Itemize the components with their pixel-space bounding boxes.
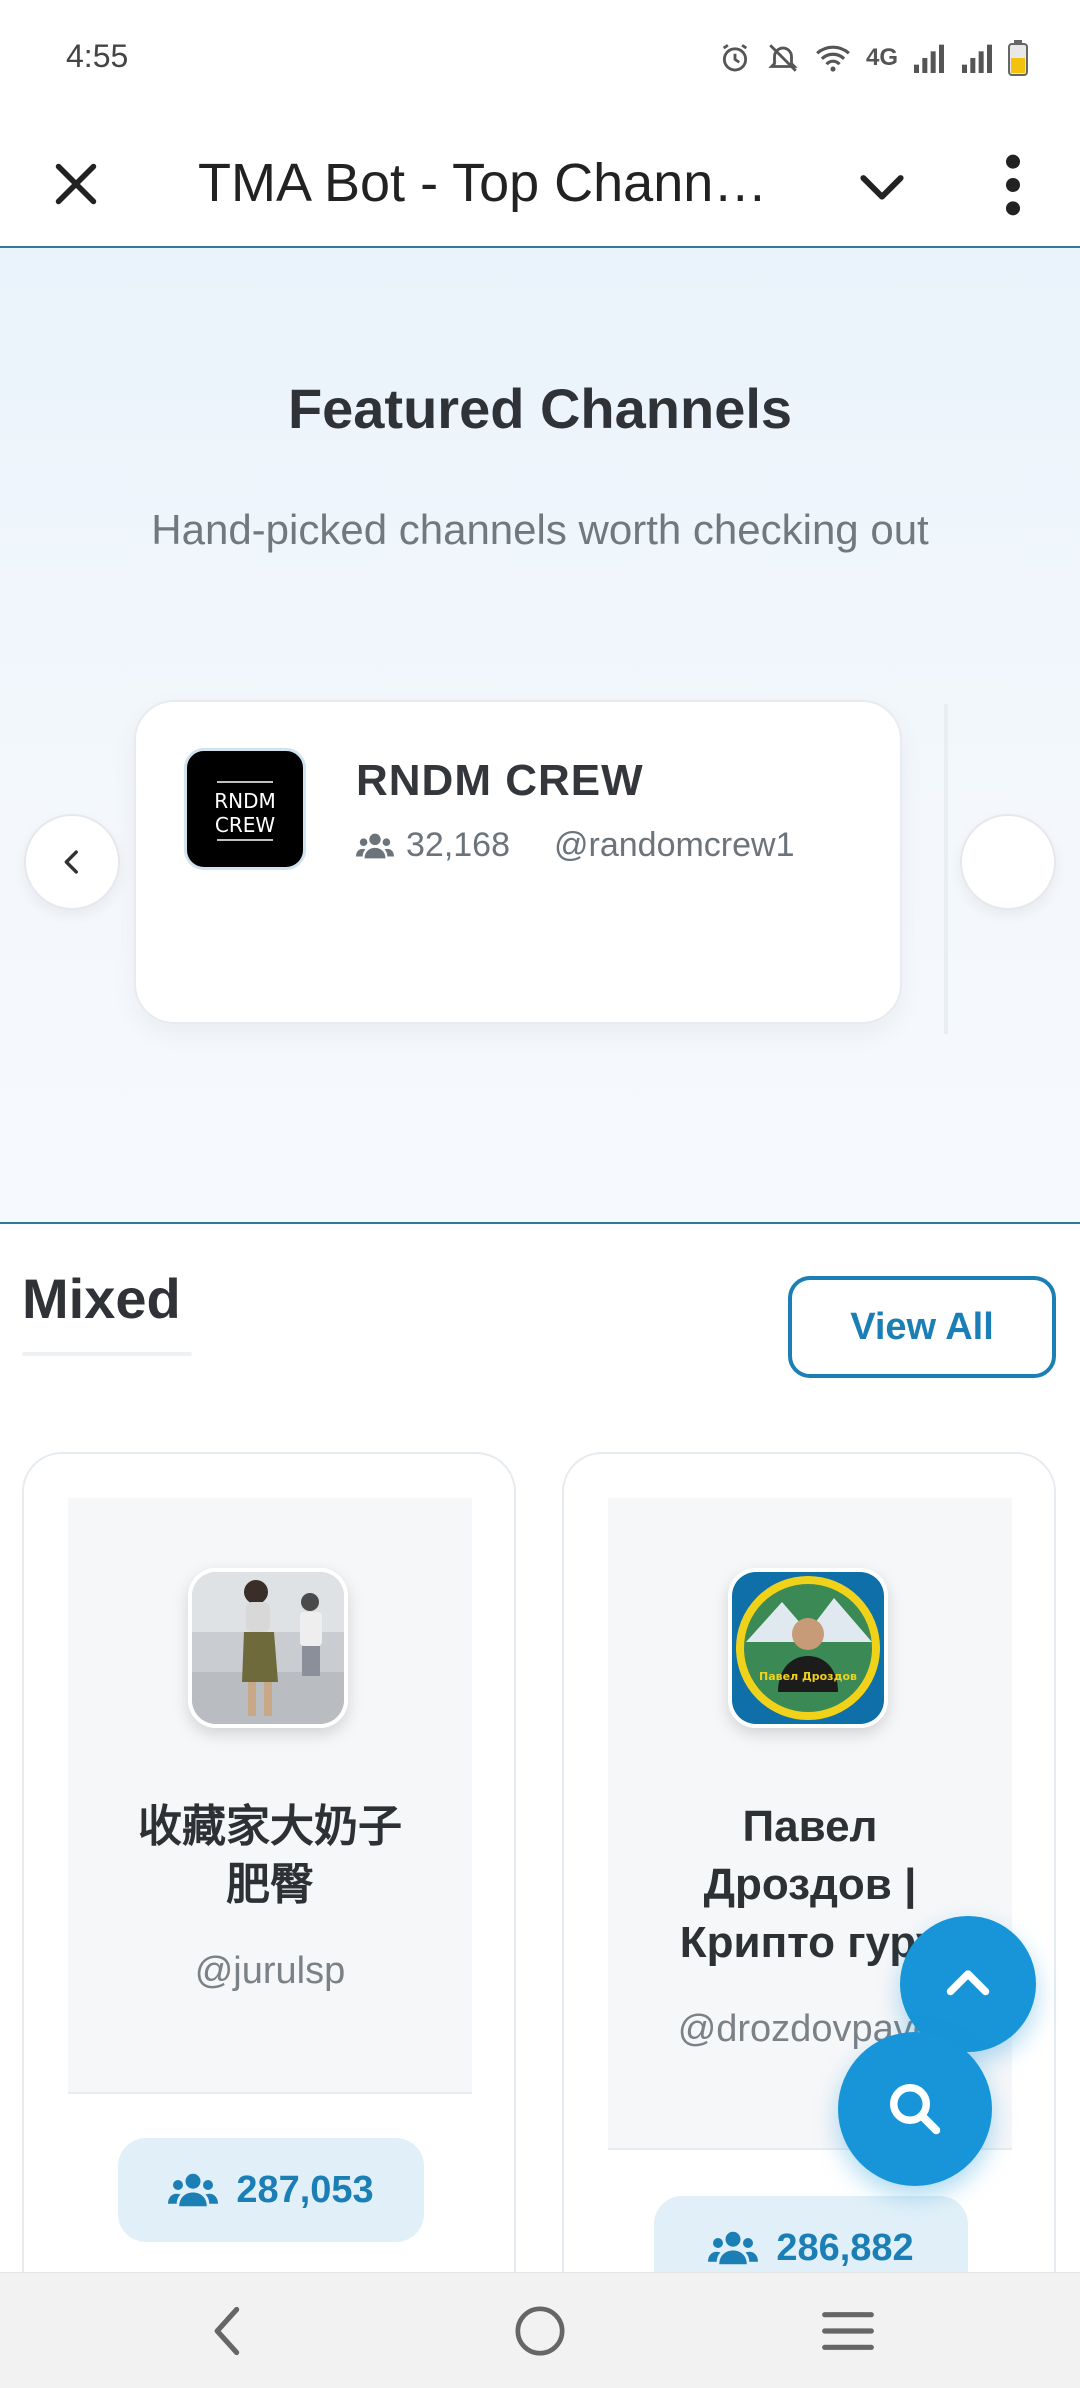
channel-meta: 32,168 @randomcrew1 [356, 826, 795, 865]
nav-home-button[interactable] [504, 2295, 576, 2367]
menu-icon [822, 2312, 874, 2350]
app-bar: TMA Bot - Top Chann… [0, 118, 1080, 248]
search-button[interactable] [838, 2032, 992, 2186]
page-title: TMA Bot - Top Chann… [198, 153, 768, 213]
users-icon [168, 2173, 219, 2207]
system-nav-bar [0, 2272, 1080, 2388]
wifi-icon [816, 45, 850, 72]
status-bar: 4:55 4G [0, 0, 1080, 118]
subscriber-count: 32,168 [406, 826, 510, 864]
channel-logo: RNDM CREW [184, 748, 306, 870]
rndm-crew-logo: RNDM CREW [214, 781, 276, 841]
channel-handle: @jurulsp [194, 1950, 346, 1992]
section-title: Mixed [22, 1267, 181, 1330]
channel-name-line: Дроздов | [703, 1860, 917, 1909]
channel-handle: @randomcrew1 [554, 826, 795, 864]
logo-line1: RNDM [214, 789, 276, 813]
network-type: 4G [865, 44, 898, 71]
chevron-left-icon [64, 850, 78, 874]
channel-name: RNDM CREW [356, 756, 644, 805]
chevron-up-icon [946, 1970, 990, 1996]
users-icon [708, 2231, 759, 2265]
more-vert-icon[interactable] [985, 150, 1041, 220]
users-icon [356, 833, 394, 858]
featured-section: Featured Channels Hand-picked channels w… [0, 248, 1080, 1224]
featured-title: Featured Channels [287, 377, 793, 440]
nav-recents-button[interactable] [812, 2295, 884, 2367]
chevron-down-icon[interactable] [850, 154, 914, 218]
search-icon [890, 2084, 941, 2135]
channel-avatar: Павел Дроздов [728, 1568, 888, 1728]
signal-icon [914, 44, 944, 73]
battery-icon [1008, 40, 1028, 76]
featured-channel-card[interactable]: RNDM CREW RNDM CREW 32,168 @randomcrew1 [134, 700, 902, 1024]
home-icon [515, 2306, 565, 2356]
close-icon[interactable] [46, 154, 106, 214]
channel-name-line: 肥臀 [226, 1860, 314, 1909]
mute-icon [768, 44, 798, 72]
channel-name: 收藏家大奶子 肥臀 [68, 1798, 472, 1914]
status-icons: 4G [718, 40, 1028, 76]
channel-name-line: 收藏家大奶子 [138, 1802, 402, 1851]
subscriber-badge: 287,053 [118, 2138, 424, 2242]
nav-back-button[interactable] [192, 2295, 264, 2367]
channel-card-header: 收藏家大奶子 肥臀 @jurulsp [68, 1498, 472, 2094]
channel-card[interactable]: 收藏家大奶子 肥臀 @jurulsp 287,053 [22, 1452, 516, 2388]
subscriber-count: 286,882 [776, 2226, 914, 2269]
channel-avatar [188, 1568, 348, 1728]
next-card-peek [944, 704, 948, 1034]
carousel-prev-button[interactable] [24, 814, 120, 910]
carousel-next-button[interactable] [960, 814, 1056, 910]
view-all-button[interactable]: View All [788, 1276, 1056, 1378]
avatar-caption: Павел Дроздов [759, 1670, 857, 1683]
featured-subtitle: Hand-picked channels worth checking out [151, 506, 929, 553]
channel-name-line: Павел [742, 1802, 878, 1851]
status-time: 4:55 [66, 38, 129, 74]
logo-line2: CREW [215, 813, 275, 837]
alarm-icon [722, 44, 748, 72]
subscriber-count: 287,053 [236, 2168, 374, 2211]
back-icon [214, 2306, 240, 2356]
section-underline [22, 1352, 192, 1356]
signal-icon [962, 44, 992, 73]
